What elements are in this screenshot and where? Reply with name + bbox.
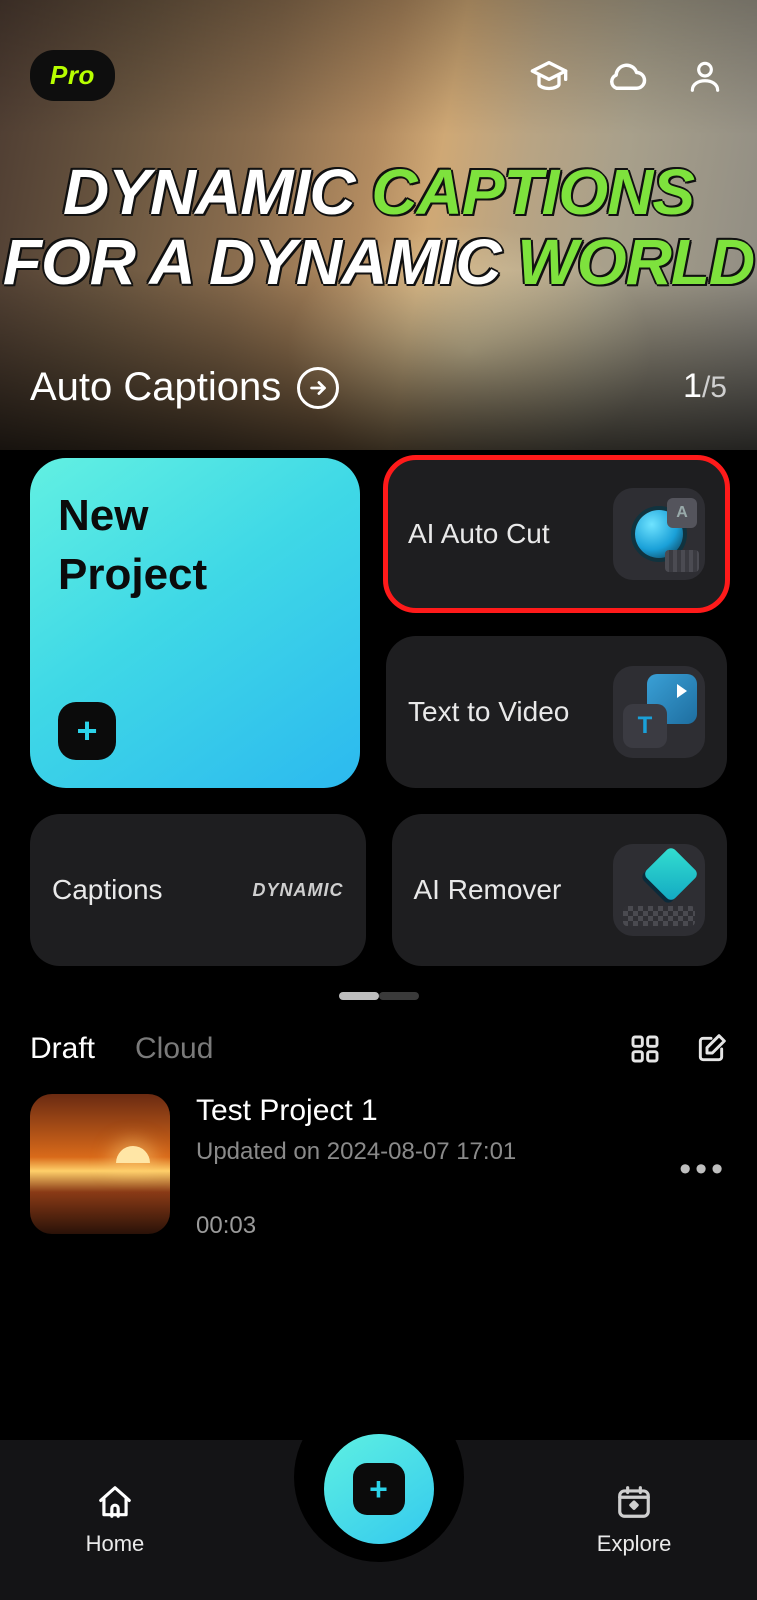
edit-icon[interactable] [695, 1033, 727, 1065]
tab-draft[interactable]: Draft [30, 1032, 95, 1066]
nav-home-label: Home [86, 1531, 145, 1557]
create-fab[interactable]: + [324, 1434, 434, 1544]
grid-view-icon[interactable] [629, 1033, 661, 1065]
nav-home[interactable]: Home [86, 1483, 145, 1557]
nav-explore-label: Explore [597, 1531, 672, 1557]
more-icon[interactable]: ••• [679, 1150, 727, 1189]
project-title: Test Project 1 [196, 1094, 679, 1128]
tool-label: AI Auto Cut [408, 518, 550, 550]
hero-headline: DYNAMIC CAPTIONS FOR A DYNAMIC WORLD [0, 160, 757, 294]
project-updated: Updated on 2024-08-07 17:01 [196, 1138, 679, 1166]
captions-button[interactable]: Captions DYNAMIC [30, 814, 366, 966]
plus-icon: + [58, 702, 116, 760]
project-row[interactable]: Test Project 1 Updated on 2024-08-07 17:… [0, 1066, 757, 1240]
plus-icon: + [353, 1463, 405, 1515]
page-indicator [339, 992, 419, 1002]
top-bar: Pro [0, 50, 757, 101]
arrow-right-icon [297, 367, 339, 409]
pro-badge[interactable]: Pro [30, 50, 115, 101]
eraser-icon [613, 844, 705, 936]
project-thumbnail [30, 1094, 170, 1234]
hero-banner[interactable]: Pro DYNAMIC CAPTIONS FOR A DYNAMIC WORLD… [0, 0, 757, 450]
profile-icon[interactable] [683, 54, 727, 98]
hero-pager: 1/5 [683, 367, 727, 406]
project-duration: 00:03 [196, 1212, 679, 1240]
ai-remover-button[interactable]: AI Remover [392, 814, 728, 966]
bottom-nav: Home Explore + [0, 1440, 757, 1600]
new-project-label: New Project [58, 486, 332, 605]
hero-feature-label: Auto Captions [30, 365, 281, 410]
tab-cloud[interactable]: Cloud [135, 1032, 213, 1066]
tool-label: Captions [52, 874, 163, 906]
text-to-video-icon: T [613, 666, 705, 758]
new-project-button[interactable]: New Project + [30, 458, 360, 788]
nav-explore[interactable]: Explore [597, 1483, 672, 1557]
hero-feature-link[interactable]: Auto Captions [30, 365, 339, 410]
tool-label: Text to Video [408, 696, 569, 728]
robot-icon: A [613, 488, 705, 580]
tutorial-icon[interactable] [527, 54, 571, 98]
text-to-video-button[interactable]: Text to Video T [386, 636, 727, 788]
captions-thumb-text: DYNAMIC [253, 880, 344, 901]
tool-label: AI Remover [414, 874, 562, 906]
cloud-icon[interactable] [605, 54, 649, 98]
ai-auto-cut-button[interactable]: AI Auto Cut A [386, 458, 727, 610]
